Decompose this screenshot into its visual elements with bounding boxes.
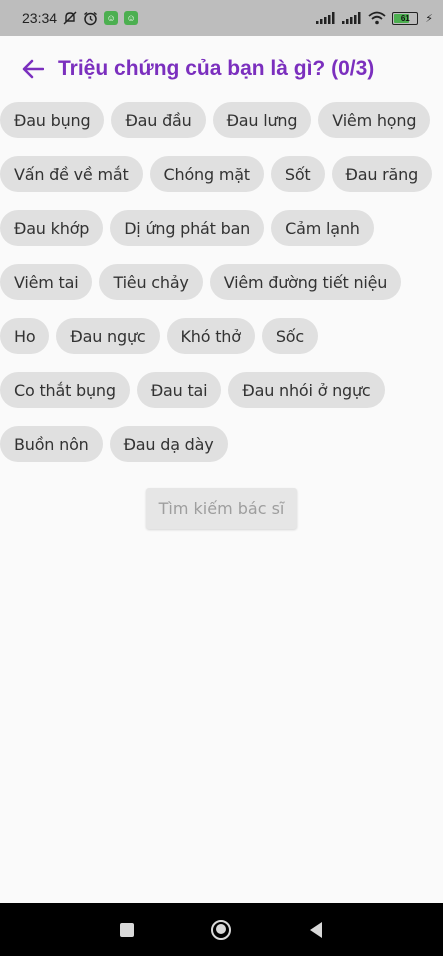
- home-circle-icon: [211, 919, 232, 940]
- symptom-chip[interactable]: Co thắt bụng: [0, 372, 130, 408]
- status-left: 23:34 ☺ ☺: [22, 10, 139, 26]
- symptom-chip[interactable]: Cảm lạnh: [271, 210, 374, 246]
- symptom-chip[interactable]: Dị ứng phát ban: [110, 210, 265, 246]
- wifi-icon: [368, 11, 386, 25]
- symptom-chip[interactable]: Chóng mặt: [149, 156, 264, 192]
- symptom-chip[interactable]: Đau đầu: [111, 102, 206, 138]
- symptom-chip[interactable]: Sốc: [261, 318, 318, 354]
- symptom-chip[interactable]: Viêm đường tiết niệu: [209, 264, 402, 300]
- status-right: 61 ⚡: [316, 11, 433, 25]
- symptom-chip[interactable]: Đau tai: [136, 372, 222, 408]
- symptom-chip[interactable]: Đau răng: [331, 156, 433, 192]
- status-time: 23:34: [22, 10, 58, 26]
- symptom-chip[interactable]: Đau ngực: [56, 318, 160, 354]
- symptom-chip[interactable]: Buồn nôn: [0, 426, 103, 462]
- symptom-chip[interactable]: Tiêu chảy: [99, 264, 203, 300]
- system-back-button[interactable]: [296, 910, 336, 950]
- system-nav-bar: [0, 903, 443, 956]
- mute-icon: [63, 11, 77, 25]
- battery-level: 61: [400, 13, 410, 23]
- symptom-chip[interactable]: Khó thở: [166, 318, 255, 354]
- symptom-chip[interactable]: Đau nhói ở ngực: [228, 372, 385, 408]
- home-button[interactable]: [201, 910, 241, 950]
- symptom-chip[interactable]: Đau bụng: [0, 102, 105, 138]
- back-button[interactable]: [20, 56, 46, 82]
- app-badge-icon: ☺: [104, 11, 119, 25]
- symptom-chip[interactable]: Viêm tai: [0, 264, 93, 300]
- alarm-icon: [83, 11, 98, 26]
- charging-icon: ⚡: [425, 12, 433, 25]
- symptom-chip[interactable]: Vấn đề về mắt: [0, 156, 143, 192]
- symptom-chip[interactable]: Đau dạ dày: [109, 426, 228, 462]
- back-triangle-icon: [309, 921, 322, 938]
- recents-square-icon: [120, 922, 135, 937]
- symptom-chip[interactable]: Đau lưng: [212, 102, 312, 138]
- symptom-chip[interactable]: Ho: [0, 318, 50, 354]
- symptom-chip[interactable]: Đau khớp: [0, 210, 104, 246]
- search-doctor-button[interactable]: Tìm kiếm bác sĩ: [146, 488, 297, 529]
- status-bar: 23:34 ☺ ☺ 61 ⚡: [0, 0, 443, 36]
- signal-icon: [342, 12, 362, 24]
- symptom-chip[interactable]: Viêm họng: [318, 102, 431, 138]
- signal-icon: [316, 12, 336, 24]
- symptom-chip[interactable]: Sốt: [270, 156, 325, 192]
- symptom-chip-list: Đau bụng Đau đầu Đau lưng Viêm họng Vấn đề v…: [0, 102, 443, 462]
- page-title: Triệu chứng của bạn là gì? (0/3): [58, 57, 375, 80]
- app-badge-icon: ☺: [124, 11, 139, 25]
- app-header: Triệu chứng của bạn là gì? (0/3): [0, 44, 443, 94]
- arrow-left-icon: [22, 59, 44, 79]
- recents-button[interactable]: [107, 910, 147, 950]
- battery-icon: 61: [392, 11, 419, 25]
